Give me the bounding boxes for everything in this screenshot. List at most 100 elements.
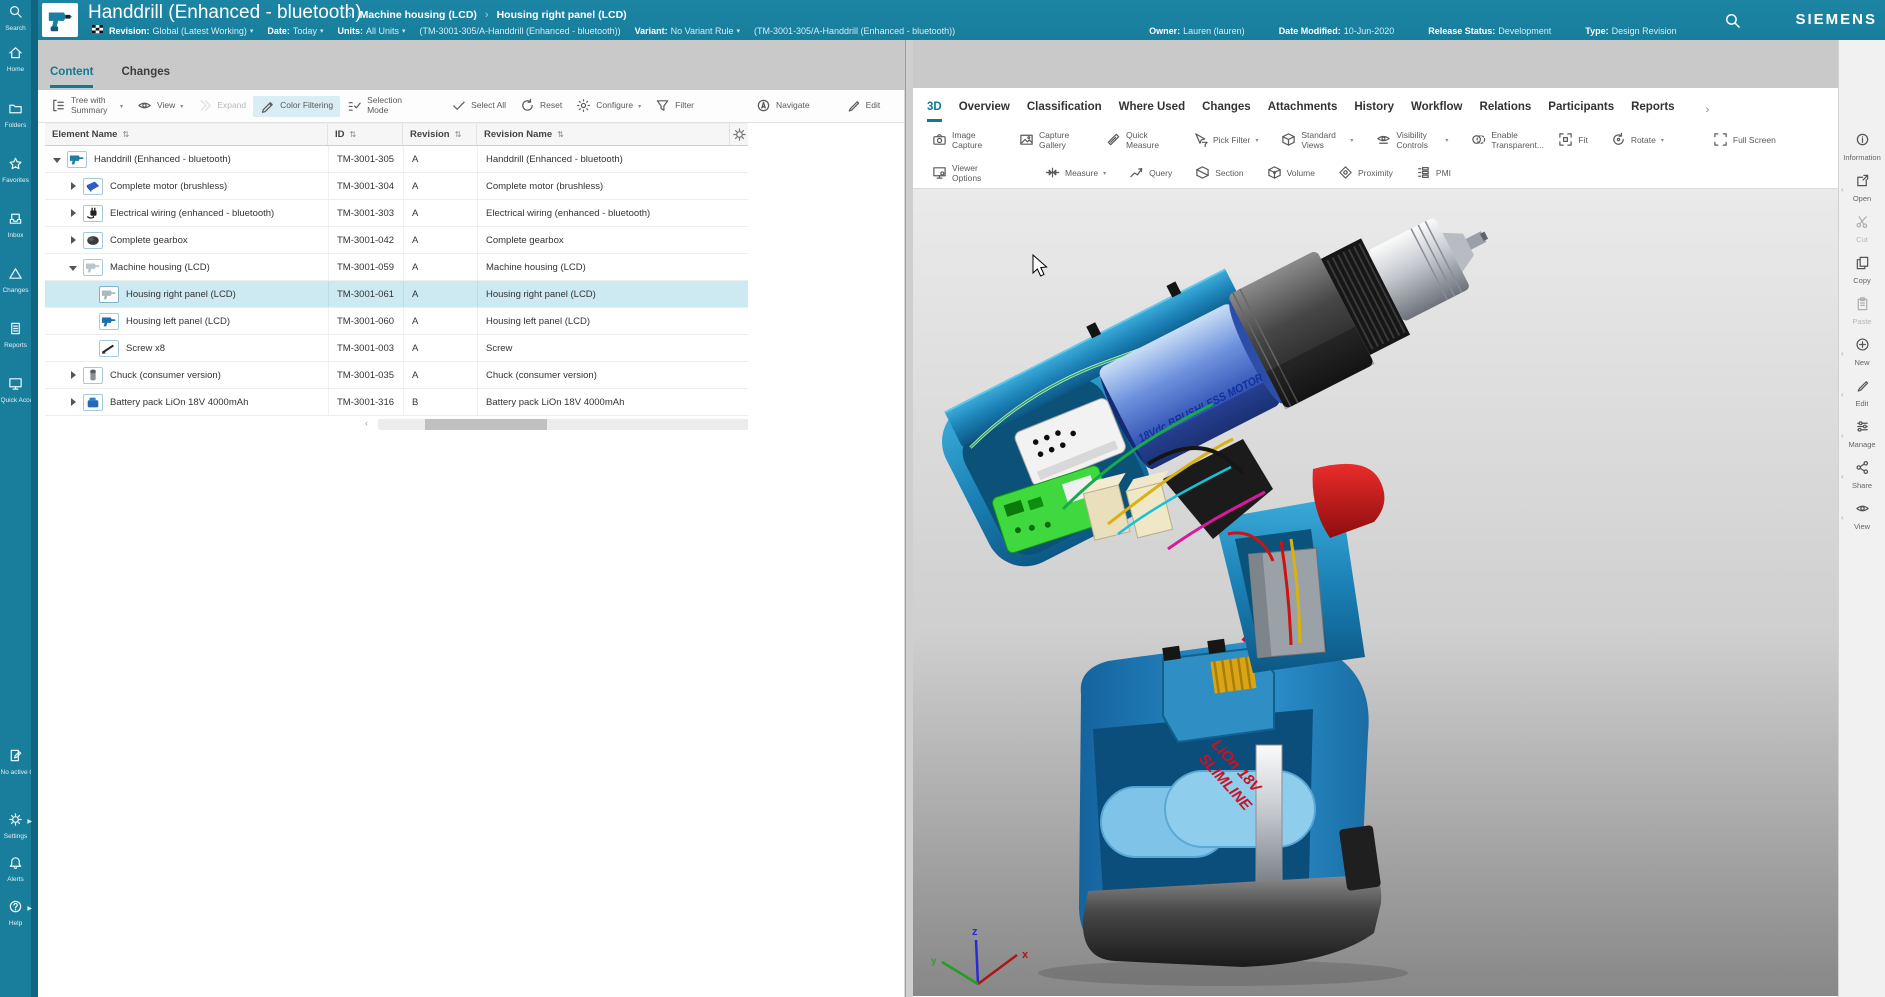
rotate-button[interactable]: Rotate ▾ (1604, 130, 1671, 151)
scrollbar-thumb[interactable] (425, 419, 547, 430)
breadcrumb-item[interactable]: Housing right panel (LCD) (497, 9, 627, 21)
table-row[interactable]: Machine housing (LCD) TM-3001-059 A Mach… (45, 254, 748, 281)
column-header-revision-name[interactable]: Revision Name⇅ (477, 124, 730, 145)
expander-closed-icon[interactable] (67, 182, 79, 190)
header-meta-date[interactable]: Date:Today▾ (267, 26, 323, 36)
sidebar-item-help[interactable]: Help ▶ (0, 899, 31, 927)
query-button[interactable]: Query (1122, 163, 1179, 184)
tree-with-summary-button[interactable]: Tree with Summary ▾ (44, 94, 130, 118)
sidebar-item-home[interactable]: Home (0, 45, 31, 73)
full-screen-button[interactable]: Full Screen (1706, 130, 1783, 151)
expander-closed-icon[interactable] (67, 236, 79, 244)
table-row[interactable]: Complete motor (brushless) TM-3001-304 A… (45, 173, 748, 200)
sidebar-item-settings[interactable]: Settings ▶ (0, 812, 31, 840)
column-settings-gear-icon[interactable] (730, 124, 748, 145)
tab-content[interactable]: Content (50, 66, 93, 88)
search-icon[interactable] (1721, 9, 1743, 31)
sidebar-item-quick-access[interactable]: Quick Access (0, 376, 31, 404)
pmi-button[interactable]: PMI (1409, 163, 1458, 184)
sort-icon[interactable]: ⇅ (557, 130, 564, 139)
table-row[interactable]: Chuck (consumer version) TM-3001-035 A C… (45, 362, 748, 389)
quick-measure-button[interactable]: Quick Measure (1099, 129, 1177, 153)
viewer-options-button[interactable]: Viewer Options (925, 162, 1003, 186)
image-capture-button[interactable]: Image Capture (925, 129, 1003, 153)
expander-closed-icon[interactable] (67, 209, 79, 217)
sidebar-item-alerts[interactable]: Alerts (0, 855, 31, 883)
tab-attachments[interactable]: Attachments (1268, 101, 1338, 122)
table-row[interactable]: Housing right panel (LCD) TM-3001-061 A … (45, 281, 748, 308)
tabs-overflow-chevron-icon[interactable]: › (1706, 104, 1710, 122)
selection-mode-button[interactable]: Selection Mode (340, 94, 418, 118)
tab-overview[interactable]: Overview (959, 101, 1010, 122)
tab-changes[interactable]: Changes (121, 66, 170, 88)
tab-workflow[interactable]: Workflow (1411, 101, 1463, 122)
sidebar-item-search[interactable]: Search (0, 4, 31, 32)
sidebar-item-folders[interactable]: Folders (0, 101, 31, 129)
command-new[interactable]: ‹ New (1839, 337, 1885, 378)
select-all-button[interactable]: Select All (444, 96, 513, 117)
tab-3d[interactable]: 3D (927, 101, 942, 122)
command-edit[interactable]: ‹ Edit (1839, 378, 1885, 419)
expander-open-icon[interactable] (67, 264, 79, 271)
command-manage[interactable]: ‹ Manage (1839, 419, 1885, 460)
expander-open-icon[interactable] (51, 156, 63, 163)
color-filtering-button[interactable]: Color Filtering (253, 96, 340, 117)
sort-icon[interactable]: ⇅ (350, 130, 357, 139)
reset-button[interactable]: Reset (513, 96, 569, 117)
tab-where-used[interactable]: Where Used (1119, 101, 1185, 122)
scroll-left-icon[interactable]: ‹ (365, 418, 368, 428)
command-copy[interactable]: Copy (1839, 255, 1885, 296)
tab-history[interactable]: History (1354, 101, 1394, 122)
tab-participants[interactable]: Participants (1548, 101, 1614, 122)
sidebar-item-reports[interactable]: Reports (0, 321, 31, 349)
column-header-element-name[interactable]: Element Name⇅ (45, 124, 328, 145)
filter-button[interactable]: Filter (648, 96, 701, 117)
breadcrumb-item[interactable]: Machine housing (LCD) (360, 9, 477, 21)
measure-button[interactable]: Measure ▾ (1038, 163, 1113, 184)
expander-closed-icon[interactable] (67, 371, 79, 379)
command-view[interactable]: ‹ View (1839, 501, 1885, 542)
capture-gallery-button[interactable]: Capture Gallery (1012, 129, 1090, 153)
sidebar-item-inbox[interactable]: Inbox (0, 211, 31, 239)
expander-closed-icon[interactable] (67, 398, 79, 406)
navigate-button[interactable]: Navigate (749, 96, 817, 117)
sort-icon[interactable]: ⇅ (122, 130, 129, 139)
tab-relations[interactable]: Relations (1480, 101, 1532, 122)
column-header-revision[interactable]: Revision⇅ (403, 124, 477, 145)
column-header-id[interactable]: ID⇅ (328, 124, 403, 145)
header-meta-variant[interactable]: Variant:No Variant Rule▾ (635, 26, 740, 36)
command-share[interactable]: ‹ Share (1839, 460, 1885, 501)
table-row[interactable]: Complete gearbox TM-3001-042 A Complete … (45, 227, 748, 254)
header-meta-revision[interactable]: Revision:Global (Latest Working)▾ (109, 26, 253, 36)
home-icon (8, 45, 23, 65)
section-button[interactable]: Section (1188, 163, 1250, 184)
sidebar-item-favorites[interactable]: Favorites (0, 156, 31, 184)
view-button[interactable]: View ▾ (130, 96, 190, 117)
viewer-3d-canvas[interactable]: LiOn 18V SLIMLINE (913, 189, 1838, 997)
visibility-controls-button[interactable]: Visibility Controls ▾ (1369, 129, 1455, 153)
table-row[interactable]: Handdrill (Enhanced - bluetooth) TM-3001… (45, 146, 748, 173)
table-row[interactable]: Battery pack LiOn 18V 4000mAh TM-3001-31… (45, 389, 748, 416)
panel-splitter[interactable] (905, 40, 913, 997)
drill-3d-model: LiOn 18V SLIMLINE (913, 189, 1838, 996)
tab-classification[interactable]: Classification (1027, 101, 1102, 122)
sidebar-item-changes[interactable]: Changes (0, 266, 31, 294)
sort-icon[interactable]: ⇅ (455, 130, 462, 139)
command-information[interactable]: Information (1839, 132, 1885, 173)
header-meta-units[interactable]: Units:All Units▾ (337, 26, 405, 36)
sidebar-item-no-active-change[interactable]: No active Change (0, 748, 31, 776)
enable-transparent-button[interactable]: Enable Transparent... (1464, 129, 1542, 153)
table-row[interactable]: Electrical wiring (enhanced - bluetooth)… (45, 200, 748, 227)
proximity-button[interactable]: Proximity (1331, 163, 1400, 184)
configure-button[interactable]: Configure ▾ (569, 96, 648, 117)
pick-filter-button[interactable]: Pick Filter ▾ (1186, 130, 1265, 151)
volume-button[interactable]: Volume (1260, 163, 1322, 184)
tab-changes[interactable]: Changes (1202, 101, 1251, 122)
table-row[interactable]: Screw x8 TM-3001-003 A Screw (45, 335, 748, 362)
edit-button[interactable]: Edit (839, 96, 888, 117)
fit-button[interactable]: Fit (1551, 130, 1594, 151)
tab-reports[interactable]: Reports (1631, 101, 1674, 122)
table-row[interactable]: Housing left panel (LCD) TM-3001-060 A H… (45, 308, 748, 335)
command-open[interactable]: ‹ Open (1839, 173, 1885, 214)
standard-views-button[interactable]: Standard Views ▾ (1274, 129, 1360, 153)
